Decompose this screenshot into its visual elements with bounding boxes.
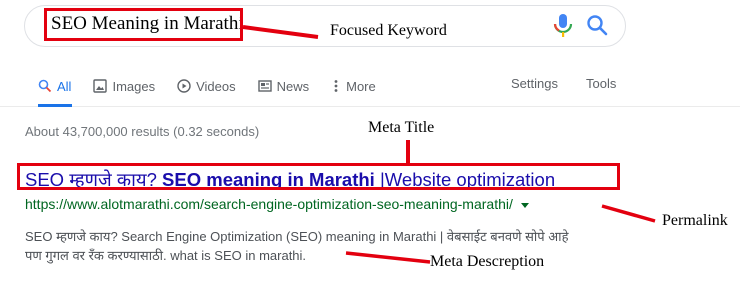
meta-title-label: Meta Title <box>368 119 435 136</box>
focused-keyword-label: Focused Keyword <box>330 22 447 39</box>
annotation-lines <box>242 25 656 264</box>
permalink-label: Permalink <box>662 212 728 229</box>
meta-description-label: Meta Descreption <box>430 253 545 270</box>
